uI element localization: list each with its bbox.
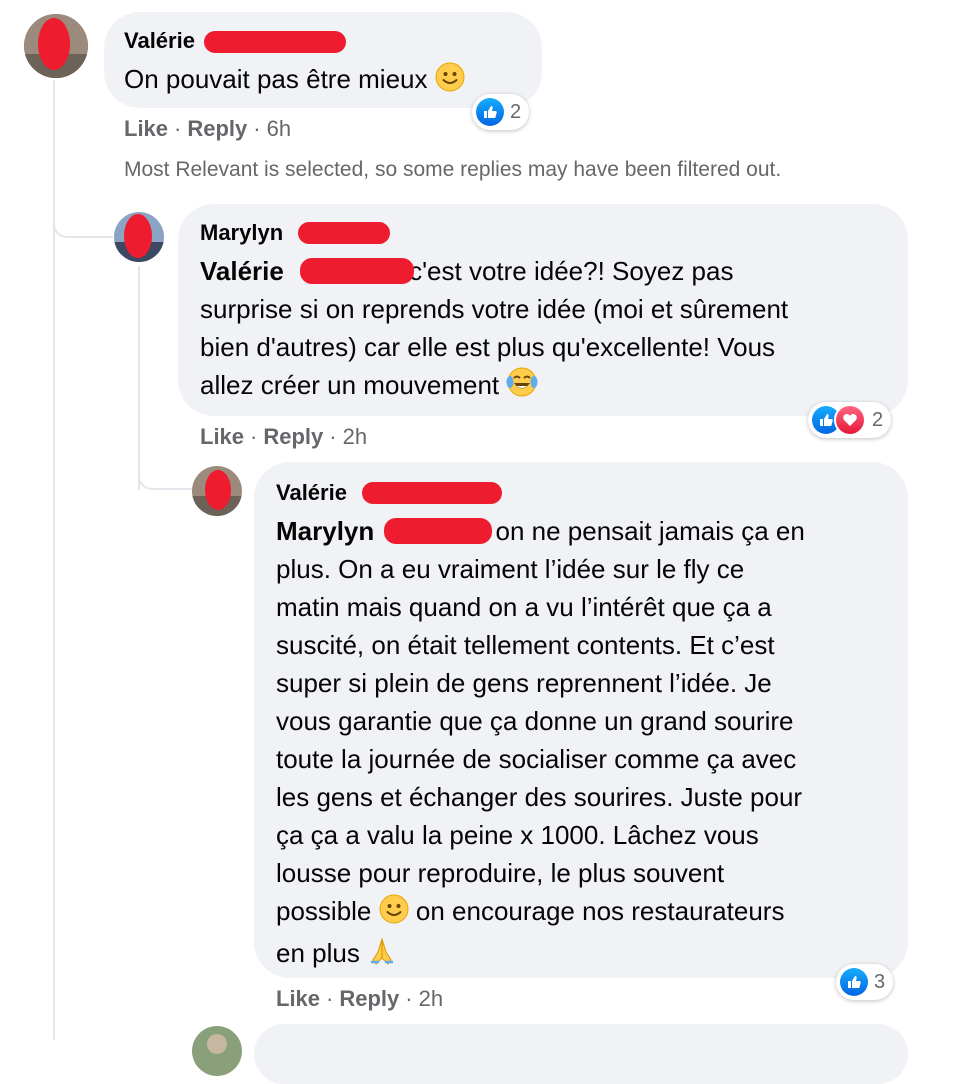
avatar-image — [24, 14, 88, 78]
comment-text-line: vous garantie que ça donne un grand sour… — [276, 706, 794, 736]
avatar-image — [192, 1026, 242, 1076]
reaction-count: 2 — [872, 408, 884, 431]
thread-line-reply-1 — [138, 266, 140, 490]
comment-author-name[interactable]: Valérie — [124, 28, 195, 54]
comment-text-content: On pouvait pas être mieux — [124, 64, 428, 94]
avatar[interactable] — [114, 212, 164, 262]
reaction-summary[interactable]: 2 — [472, 94, 530, 130]
comment-bubble — [254, 1024, 908, 1084]
separator-dot: · — [326, 986, 334, 1011]
thread-curve-reply-1 — [53, 200, 113, 238]
comment-text-line: ça ça a valu la peine x 1000. Lâchez vou… — [276, 820, 759, 850]
avatar-image — [192, 466, 242, 516]
comment-author-name[interactable]: Marylyn — [200, 220, 283, 246]
slightly-smiling-face-emoji — [435, 62, 465, 102]
avatar[interactable] — [192, 466, 242, 516]
avatar[interactable] — [24, 14, 88, 78]
comment-text-line: allez créer un mouvement — [200, 370, 500, 400]
comment-text-line: matin mais quand on a vu l’intérêt que ç… — [276, 592, 772, 622]
reaction-count: 3 — [874, 970, 886, 993]
love-reaction-icon — [834, 404, 866, 436]
separator-dot: · — [405, 986, 413, 1011]
reaction-summary[interactable]: 3 — [836, 964, 894, 1000]
comment-text-line: suscité, on était tellement contents. Et… — [276, 630, 775, 660]
separator-dot: · — [329, 424, 337, 449]
comment-text: Marylyn on ne pensait jamais ça en plus.… — [276, 512, 896, 976]
separator-dot: · — [250, 424, 258, 449]
separator-dot: · — [174, 116, 182, 141]
comment-text: On pouvait pas être mieux — [124, 60, 465, 102]
comment-text-line: possible — [276, 896, 372, 926]
reaction-summary[interactable]: 2 — [808, 402, 892, 438]
redaction-mark — [298, 222, 390, 244]
thread-curve-reply-2 — [138, 460, 192, 490]
comment-actions: Like · Reply · 6h — [124, 116, 291, 142]
reply-button[interactable]: Reply — [263, 424, 323, 449]
comment-text-line: plus. On a eu vraiment l’idée sur le fly… — [276, 554, 745, 584]
comment-text-line: les gens et échanger des sourires. Juste… — [276, 782, 803, 812]
separator-dot: · — [253, 116, 261, 141]
avatar[interactable] — [192, 1026, 242, 1076]
comment-text-line: lousse pour reproduire, le plus souvent — [276, 858, 725, 888]
like-reaction-icon — [840, 968, 868, 996]
mention-link[interactable]: Valérie — [200, 256, 284, 286]
redaction-mark — [384, 518, 492, 544]
like-button[interactable]: Like — [200, 424, 244, 449]
timestamp[interactable]: 2h — [343, 424, 367, 449]
timestamp[interactable]: 6h — [267, 116, 291, 141]
comment-text-line: surprise si on reprends votre idée (moi … — [200, 294, 789, 324]
redaction-mark — [362, 482, 502, 504]
reaction-count: 2 — [510, 100, 522, 123]
comment-text-line: en plus — [276, 938, 360, 968]
redaction-mark — [300, 258, 414, 284]
comment-text-line: c'est votre idée?! Soyez pas — [409, 256, 734, 286]
comment-actions: Like · Reply · 2h — [200, 424, 367, 450]
avatar-image — [114, 212, 164, 262]
like-button[interactable]: Like — [124, 116, 168, 141]
redaction-mark — [204, 31, 346, 53]
tears-of-joy-emoji — [506, 366, 538, 408]
like-reaction-icon — [476, 98, 504, 126]
reply-button[interactable]: Reply — [339, 986, 399, 1011]
comment-author-name[interactable]: Valérie — [276, 480, 347, 506]
comment-text-line: bien d'autres) car elle est plus qu'exce… — [200, 332, 776, 362]
mention-link[interactable]: Marylyn — [276, 516, 374, 546]
comment-text-line: toute la journée de socialiser comme ça … — [276, 744, 797, 774]
slightly-smiling-face-emoji — [379, 894, 409, 934]
comment-actions: Like · Reply · 2h — [276, 986, 443, 1012]
filter-notice: Most Relevant is selected, so some repli… — [124, 158, 782, 181]
comment-text-line: on ne pensait jamais ça en — [495, 516, 805, 546]
reply-button[interactable]: Reply — [187, 116, 247, 141]
timestamp[interactable]: 2h — [419, 986, 443, 1011]
comment-text-line: super si plein de gens reprennent l’idée… — [276, 668, 772, 698]
folded-hands-emoji — [367, 936, 397, 976]
comment-text-line: on encourage nos restaurateurs — [415, 896, 785, 926]
like-button[interactable]: Like — [276, 986, 320, 1011]
